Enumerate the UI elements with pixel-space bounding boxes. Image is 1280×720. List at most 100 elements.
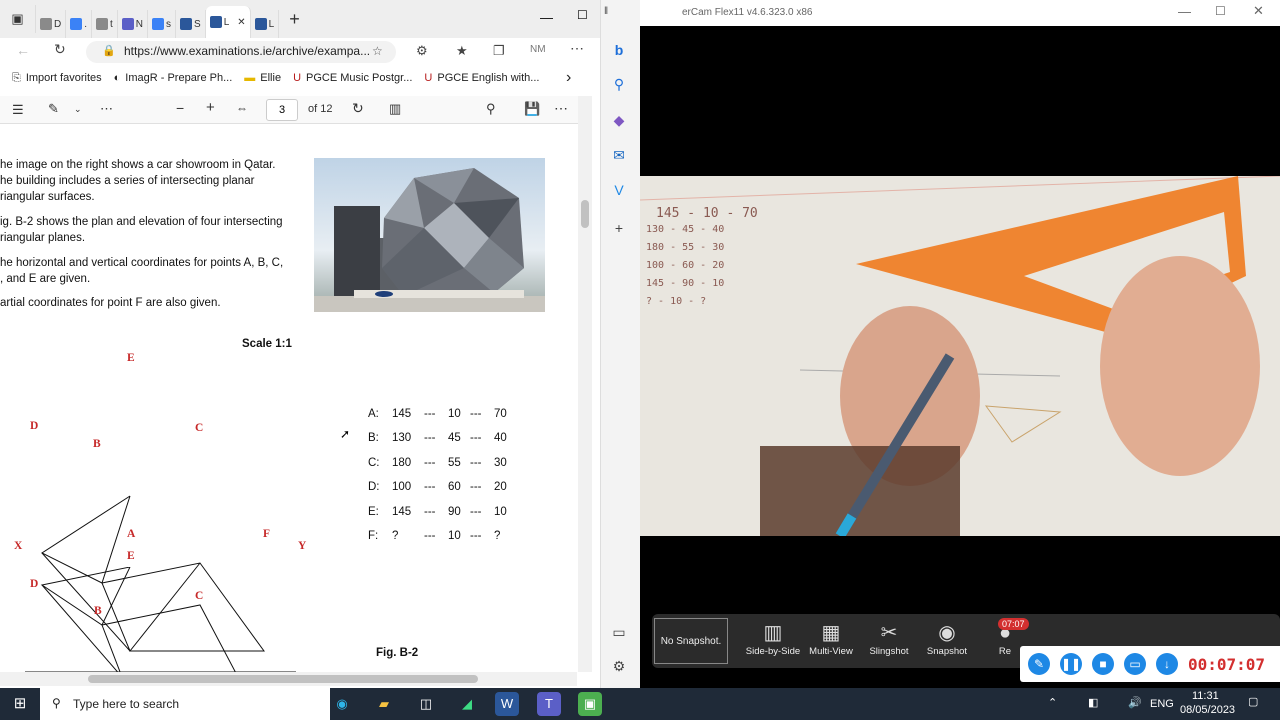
network-icon[interactable]: ◧ [1088,696,1098,709]
dock-button-icon: ◉ [938,622,956,644]
paragraph-line: he building includes a series of interse… [0,175,255,187]
tab-favicon-icon [254,18,267,30]
coord-z: 10 [494,505,507,518]
recorder-taskbar-icon[interactable]: ▣ [578,692,602,716]
pause-icon[interactable]: ❚❚ [1060,653,1082,675]
browser-tab[interactable]: D [36,10,67,38]
coord-y: 45 [448,432,461,445]
language-indicator[interactable]: ENG [1150,698,1174,710]
more-menu-icon[interactable]: ⋯ [570,40,584,57]
lock-icon: 🔒 [102,45,116,57]
page-view-icon[interactable]: ▥ [389,101,401,117]
chevron-down-icon[interactable]: ⌄ [74,104,82,115]
tab-bar: ▣ D. t Ns S L ✕ L + — ☐ [0,0,600,38]
favorite-item[interactable]: ◐ ImagR - Prepare Ph... [114,72,233,84]
pause-strip-icon[interactable]: ‖ [604,6,608,17]
add-icon[interactable]: + [609,218,629,238]
favorite-star-icon[interactable]: ☆ [372,44,383,58]
minimize-button[interactable]: — [540,10,553,25]
word-icon[interactable]: W [495,692,519,716]
tab-actions-button[interactable]: ▣ [0,5,36,33]
teams-icon[interactable]: T [537,692,561,716]
vs-icon[interactable]: V [609,180,629,200]
taskbar-search[interactable]: ⚲ Type here to search [40,688,330,720]
zoom-out-icon[interactable]: − [176,100,184,116]
url-field[interactable]: 🔒 https://www.examinations.ie/archive/ex… [86,41,396,63]
page-number-input[interactable] [266,99,298,121]
bing-icon[interactable]: b [609,40,629,60]
extensions-icon[interactable]: ⚙ [416,43,428,59]
scroll-thumb[interactable] [581,200,589,228]
dock-button[interactable]: ◉ Snapshot [918,620,976,657]
edge-taskbar-icon[interactable]: ◉ [330,692,354,716]
coord-z: 20 [494,481,507,494]
task-view-icon[interactable]: ▤ [288,692,312,716]
save-icon[interactable]: 💾 [524,101,540,117]
dock-button[interactable]: ▥ Side-by-Side [744,620,802,657]
file-explorer-icon[interactable]: ▰ [372,692,396,716]
dock-button-icon: ▦ [821,622,841,644]
favorite-item[interactable]: U PGCE English with... [424,72,539,84]
close-button[interactable]: ✕ [1253,3,1264,19]
copilot-icon[interactable]: ◆ [609,110,629,130]
settings-icon[interactable]: ⚙ [609,656,629,676]
collections-icon[interactable]: ❐ [493,43,505,59]
app-green-icon[interactable]: ◢ [455,692,479,716]
tray-chevron-icon[interactable]: ⌃ [1048,696,1057,709]
search-icon[interactable]: ⚲ [486,101,496,117]
browser-tab[interactable]: S [176,10,206,38]
browser-tab[interactable]: t [92,10,118,38]
new-tab-button[interactable]: + [285,5,304,33]
stop-icon[interactable]: ■ [1092,653,1114,675]
outlook-icon[interactable]: ✉ [609,145,629,165]
more-tools-icon[interactable]: ⋯ [100,101,113,117]
clock-time[interactable]: 11:31 [1192,690,1219,702]
favorites-icon[interactable]: ★ [456,43,468,59]
zoom-in-icon[interactable]: + [206,99,215,116]
refresh-icon[interactable]: ↻ [54,41,66,58]
maximize-button[interactable]: ☐ [1215,4,1226,18]
snapshot-preview[interactable]: No Snapshot. [654,618,728,664]
favorite-item[interactable]: U PGCE Music Postgr... [293,72,412,84]
favorite-label: Ellie [260,72,282,84]
contents-icon[interactable]: ☰ [12,102,24,118]
horizontal-scrollbar[interactable] [0,672,577,686]
separator: --- [424,481,436,494]
paragraph-line: ig. B-2 shows the plan and elevation of … [0,216,283,228]
pen-icon[interactable]: ✎ [1028,653,1050,675]
back-icon[interactable]: ← [16,42,30,58]
split-icon[interactable]: ▭ [609,622,629,642]
browser-tab[interactable]: N [118,10,149,38]
minimize-button[interactable]: — [1178,4,1191,19]
notifications-icon[interactable]: ▢ [1248,695,1258,708]
profile-avatar[interactable]: NM [530,44,546,55]
favorite-item[interactable]: ⎘ Import favorites [12,72,102,85]
hscroll-thumb[interactable] [88,675,478,683]
whiteboard-note: 180 - 55 - 30 [646,242,725,253]
separator: --- [424,505,436,518]
pdf-more-icon[interactable]: ⋯ [554,100,568,117]
rotate-icon[interactable]: ↻ [352,100,364,117]
browser-tab[interactable]: s [148,10,177,38]
clock-date[interactable]: 08/05/2023 [1180,704,1235,716]
close-tab-icon[interactable]: ✕ [237,17,245,28]
volume-icon[interactable]: 🔊 [1128,696,1142,709]
browser-tab[interactable]: . [66,10,93,38]
favorite-item[interactable]: ▬ Ellie [244,72,281,84]
highlight-icon[interactable]: ✎ [48,101,59,117]
browser-tab[interactable]: L ✕ [205,6,251,38]
window-icon[interactable]: ▭ [1124,653,1146,675]
store-icon[interactable]: ◫ [414,692,438,716]
download-icon[interactable]: ↓ [1156,653,1178,675]
search-icon[interactable]: ⚲ [609,74,629,94]
dock-button[interactable]: ▦ Multi-View [802,620,860,657]
vertical-scrollbar[interactable] [578,96,592,672]
browser-tab[interactable]: L [251,10,280,38]
fit-page-icon[interactable]: ⇔ [236,101,248,115]
favorites-overflow-icon[interactable]: › [566,69,571,87]
start-icon[interactable]: ⊞ [8,692,32,716]
maximize-button[interactable]: ☐ [577,8,588,22]
favorite-label: PGCE English with... [437,72,540,84]
dock-button[interactable]: ✂ Slingshot [860,620,918,657]
separator: --- [470,432,482,445]
